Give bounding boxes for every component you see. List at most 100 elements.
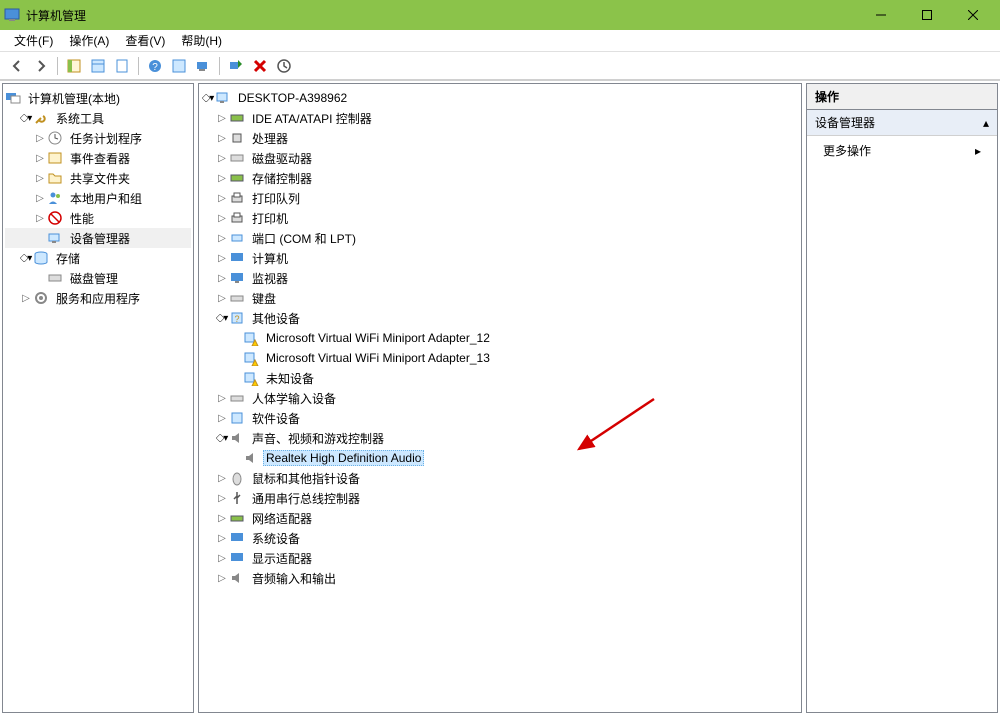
export-button[interactable] xyxy=(111,55,133,77)
chevron-down-icon[interactable]: ▾ xyxy=(215,433,229,444)
scan-hardware-button[interactable] xyxy=(192,55,214,77)
dev-keyboard[interactable]: 键盘 xyxy=(201,288,799,308)
tree-performance[interactable]: 性能 xyxy=(5,208,191,228)
dev-cpu[interactable]: 处理器 xyxy=(201,128,799,148)
chevron-right-icon[interactable] xyxy=(215,393,229,404)
titlebar: 计算机管理 xyxy=(0,0,1000,30)
dev-software[interactable]: 软件设备 xyxy=(201,408,799,428)
tree-task-scheduler[interactable]: 任务计划程序 xyxy=(5,128,191,148)
actions-panel: 操作 设备管理器 ▴ 更多操作 ▸ xyxy=(806,83,998,713)
tree-device-manager[interactable]: 设备管理器 xyxy=(5,228,191,248)
chevron-right-icon[interactable] xyxy=(19,293,33,304)
close-button[interactable] xyxy=(950,0,996,30)
tree-shared-folders[interactable]: 共享文件夹 xyxy=(5,168,191,188)
chevron-down-icon[interactable]: ▾ xyxy=(19,253,33,264)
dev-storage-ctrl[interactable]: 存储控制器 xyxy=(201,168,799,188)
tree-services-apps[interactable]: 服务和应用程序 xyxy=(5,288,191,308)
tree-disk-mgmt[interactable]: 磁盘管理 xyxy=(5,268,191,288)
show-hide-tree-button[interactable] xyxy=(63,55,85,77)
menu-file[interactable]: 文件(F) xyxy=(6,30,61,51)
dev-wifi12[interactable]: Microsoft Virtual WiFi Miniport Adapter_… xyxy=(201,328,799,348)
menu-view[interactable]: 查看(V) xyxy=(117,30,173,51)
maximize-button[interactable] xyxy=(904,0,950,30)
back-button[interactable] xyxy=(6,55,28,77)
chevron-right-icon[interactable] xyxy=(215,533,229,544)
chevron-right-icon[interactable] xyxy=(33,153,47,164)
chevron-right-icon[interactable] xyxy=(215,553,229,564)
dev-wifi13[interactable]: Microsoft Virtual WiFi Miniport Adapter_… xyxy=(201,348,799,368)
chevron-right-icon[interactable] xyxy=(33,133,47,144)
menu-help[interactable]: 帮助(H) xyxy=(173,30,230,51)
tree-storage[interactable]: ▾存储 xyxy=(5,248,191,268)
dev-unknown[interactable]: 未知设备 xyxy=(201,368,799,388)
tree-event-viewer[interactable]: 事件查看器 xyxy=(5,148,191,168)
dev-ports[interactable]: 端口 (COM 和 LPT) xyxy=(201,228,799,248)
dev-display[interactable]: 显示适配器 xyxy=(201,548,799,568)
chevron-right-icon[interactable] xyxy=(33,193,47,204)
disable-button[interactable] xyxy=(249,55,271,77)
warning-device-icon xyxy=(243,370,259,386)
collapse-up-icon: ▴ xyxy=(983,116,989,130)
refresh-button[interactable] xyxy=(168,55,190,77)
performance-icon xyxy=(47,210,63,226)
chevron-right-icon[interactable] xyxy=(215,113,229,124)
chevron-right-icon[interactable] xyxy=(215,253,229,264)
dev-hid[interactable]: 人体学输入设备 xyxy=(201,388,799,408)
chevron-right-icon[interactable] xyxy=(215,293,229,304)
storage-icon xyxy=(33,250,49,266)
dev-system[interactable]: 系统设备 xyxy=(201,528,799,548)
tree-local-users[interactable]: 本地用户和组 xyxy=(5,188,191,208)
chevron-right-icon[interactable] xyxy=(215,473,229,484)
chevron-right-icon[interactable] xyxy=(33,213,47,224)
dev-sound[interactable]: ▾声音、视频和游戏控制器 xyxy=(201,428,799,448)
display-icon xyxy=(229,550,245,566)
usb-icon xyxy=(229,490,245,506)
dev-monitors[interactable]: 监视器 xyxy=(201,268,799,288)
dev-usb[interactable]: 通用串行总线控制器 xyxy=(201,488,799,508)
chevron-right-icon[interactable] xyxy=(215,173,229,184)
main-area: 计算机管理(本地) ▾ 系统工具 任务计划程序 事件查看器 共享文件夹 本地用户… xyxy=(0,80,1000,715)
dev-audio-io[interactable]: 音频输入和输出 xyxy=(201,568,799,588)
chevron-down-icon[interactable]: ▾ xyxy=(19,113,33,124)
enable-button[interactable] xyxy=(225,55,247,77)
actions-section-device-mgr[interactable]: 设备管理器 ▴ xyxy=(807,110,997,136)
chevron-right-icon[interactable] xyxy=(215,273,229,284)
dev-disk[interactable]: 磁盘驱动器 xyxy=(201,148,799,168)
dev-computer[interactable]: 计算机 xyxy=(201,248,799,268)
chevron-down-icon[interactable]: ▾ xyxy=(215,313,229,324)
hid-icon xyxy=(229,390,245,406)
update-driver-button[interactable] xyxy=(273,55,295,77)
chevron-right-icon[interactable] xyxy=(215,493,229,504)
help-button[interactable]: ? xyxy=(144,55,166,77)
chevron-right-icon[interactable] xyxy=(215,413,229,424)
dev-ide[interactable]: IDE ATA/ATAPI 控制器 xyxy=(201,108,799,128)
forward-button[interactable] xyxy=(30,55,52,77)
computer-icon xyxy=(229,250,245,266)
chevron-right-icon[interactable] xyxy=(215,573,229,584)
software-icon xyxy=(229,410,245,426)
dev-mouse[interactable]: 鼠标和其他指针设备 xyxy=(201,468,799,488)
dev-network[interactable]: 网络适配器 xyxy=(201,508,799,528)
chevron-right-icon[interactable] xyxy=(215,193,229,204)
chevron-right-icon[interactable] xyxy=(215,133,229,144)
chevron-right-icon[interactable] xyxy=(215,213,229,224)
minimize-button[interactable] xyxy=(858,0,904,30)
properties-button[interactable] xyxy=(87,55,109,77)
tree-root-local[interactable]: 计算机管理(本地) xyxy=(5,88,191,108)
chevron-right-icon[interactable] xyxy=(215,153,229,164)
system-icon xyxy=(229,530,245,546)
dev-printers[interactable]: 打印机 xyxy=(201,208,799,228)
dev-other[interactable]: ▾?其他设备 xyxy=(201,308,799,328)
dev-root[interactable]: ▾DESKTOP-A398962 xyxy=(201,88,799,108)
actions-more[interactable]: 更多操作 ▸ xyxy=(807,136,997,165)
left-nav-tree[interactable]: 计算机管理(本地) ▾ 系统工具 任务计划程序 事件查看器 共享文件夹 本地用户… xyxy=(2,83,194,713)
chevron-right-icon[interactable] xyxy=(215,233,229,244)
chevron-down-icon[interactable]: ▾ xyxy=(201,93,215,104)
dev-print-queue[interactable]: 打印队列 xyxy=(201,188,799,208)
dev-realtek[interactable]: Realtek High Definition Audio xyxy=(201,448,799,468)
chevron-right-icon[interactable] xyxy=(215,513,229,524)
menu-action[interactable]: 操作(A) xyxy=(61,30,117,51)
device-tree[interactable]: ▾DESKTOP-A398962 IDE ATA/ATAPI 控制器 处理器 磁… xyxy=(198,83,802,713)
tree-system-tools[interactable]: ▾ 系统工具 xyxy=(5,108,191,128)
chevron-right-icon[interactable] xyxy=(33,173,47,184)
